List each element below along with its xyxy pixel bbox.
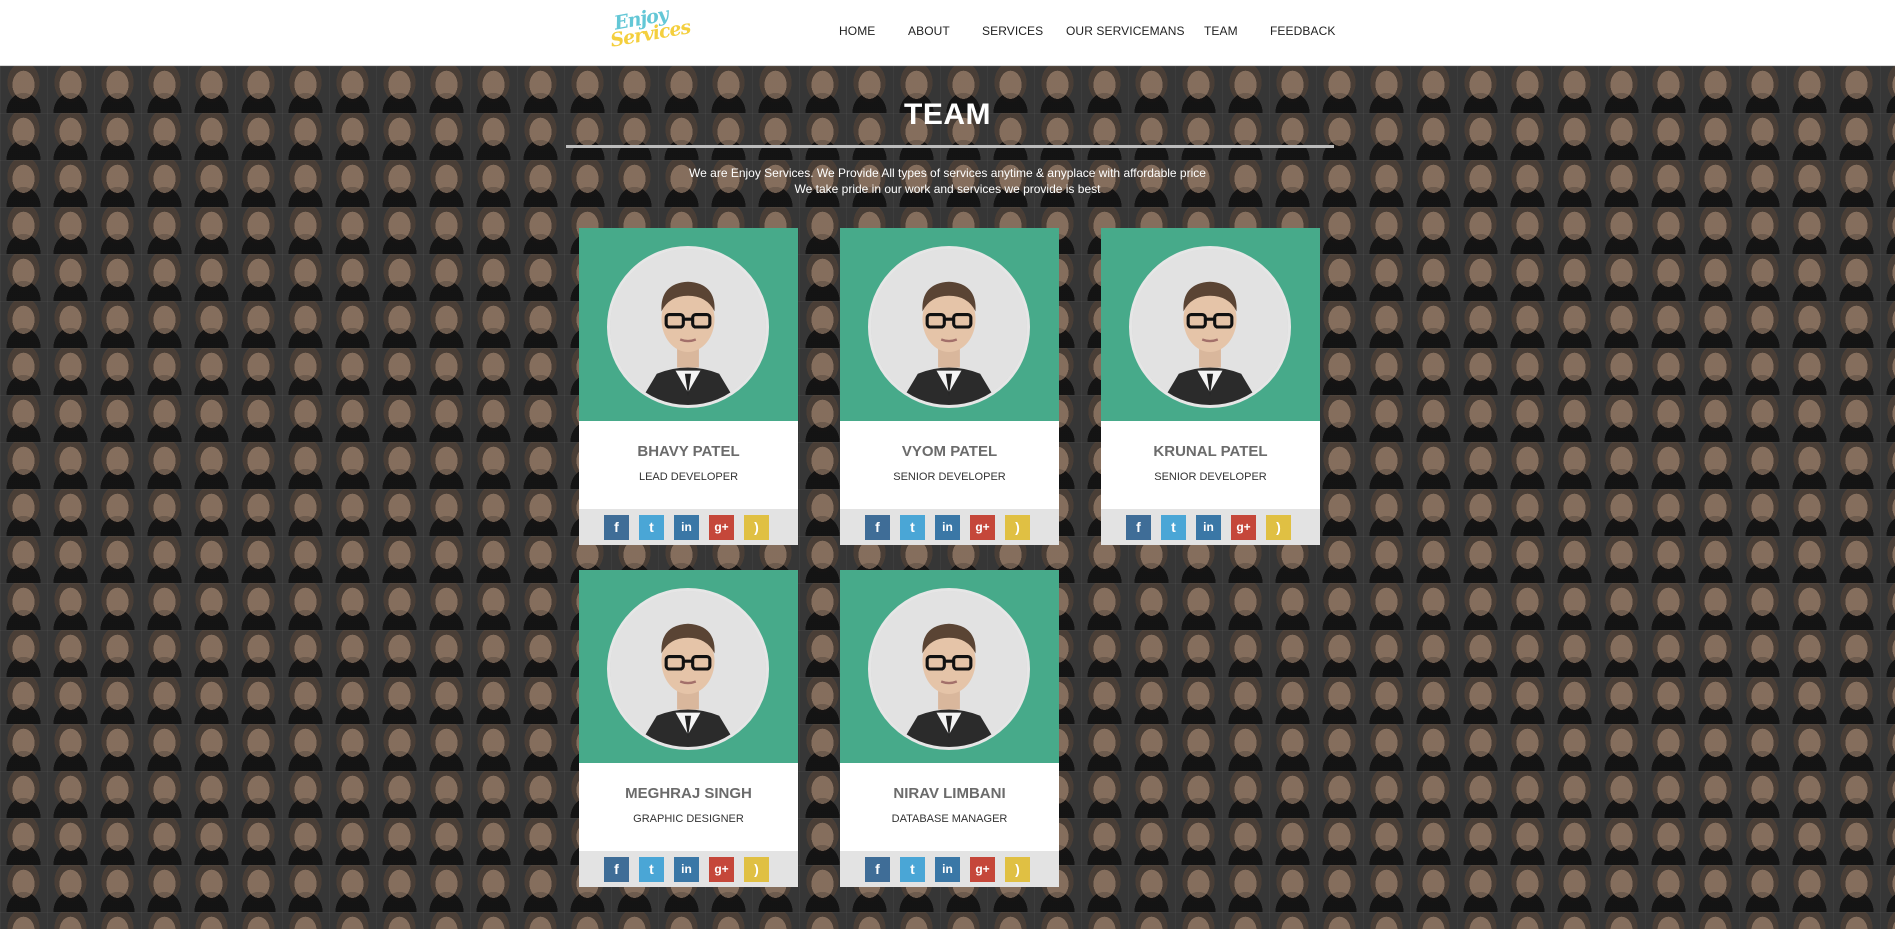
member-photo	[868, 588, 1030, 750]
member-photo	[1129, 246, 1291, 408]
person-portrait-icon	[871, 249, 1027, 405]
nav-feedback[interactable]: FEEDBACK	[1270, 24, 1335, 38]
social-bar: f t in g+ )	[579, 851, 798, 887]
member-photo	[607, 588, 769, 750]
member-role: GRAPHIC DESIGNER	[633, 813, 744, 825]
social-bar: f t in g+ )	[1101, 509, 1320, 545]
person-portrait-icon	[1132, 249, 1288, 405]
linkedin-icon[interactable]: in	[935, 857, 960, 882]
member-role: DATABASE MANAGER	[891, 813, 1008, 825]
facebook-icon[interactable]: f	[1126, 515, 1151, 540]
rss-icon[interactable]: )	[1005, 515, 1030, 540]
nav-about[interactable]: ABOUT	[908, 24, 950, 38]
linkedin-icon[interactable]: in	[674, 857, 699, 882]
team-card: MEGHRAJ SINGH GRAPHIC DESIGNER f t in g+…	[579, 570, 798, 887]
member-name: BHAVY PATEL	[637, 443, 740, 460]
team-card: VYOM PATEL SENIOR DEVELOPER f t in g+ )	[840, 228, 1059, 545]
card-header	[840, 228, 1059, 421]
member-role: LEAD DEVELOPER	[638, 471, 739, 483]
person-portrait-icon	[610, 249, 766, 405]
intro-line-2: We take pride in our work and services w…	[794, 182, 1101, 196]
title-divider	[566, 145, 1334, 148]
card-header	[579, 228, 798, 421]
card-header	[579, 570, 798, 763]
twitter-icon[interactable]: t	[639, 515, 664, 540]
linkedin-icon[interactable]: in	[935, 515, 960, 540]
rss-icon[interactable]: )	[744, 515, 769, 540]
facebook-icon[interactable]: f	[865, 857, 890, 882]
team-card: KRUNAL PATEL SENIOR DEVELOPER f t in g+ …	[1101, 228, 1320, 545]
member-role: SENIOR DEVELOPER	[893, 471, 1006, 483]
google-plus-icon[interactable]: g+	[709, 857, 734, 882]
person-portrait-icon	[871, 591, 1027, 747]
card-header	[1101, 228, 1320, 421]
facebook-icon[interactable]: f	[865, 515, 890, 540]
twitter-icon[interactable]: t	[639, 857, 664, 882]
nav-home[interactable]: HOME	[839, 24, 875, 38]
linkedin-icon[interactable]: in	[674, 515, 699, 540]
member-name: NIRAV LIMBANI	[893, 785, 1006, 802]
member-photo	[868, 246, 1030, 408]
google-plus-icon[interactable]: g+	[970, 515, 995, 540]
rss-icon[interactable]: )	[744, 857, 769, 882]
nav-services[interactable]: SERVICES	[982, 24, 1043, 38]
twitter-icon[interactable]: t	[1161, 515, 1186, 540]
google-plus-icon[interactable]: g+	[1231, 515, 1256, 540]
section-title: TEAM	[904, 98, 991, 131]
member-photo	[607, 246, 769, 408]
google-plus-icon[interactable]: g+	[709, 515, 734, 540]
person-portrait-icon	[610, 591, 766, 747]
member-name: MEGHRAJ SINGH	[625, 785, 752, 802]
main-nav: HOME ABOUT SERVICES OUR SERVICEMANS TEAM…	[0, 0, 1895, 66]
google-plus-icon[interactable]: g+	[970, 857, 995, 882]
linkedin-icon[interactable]: in	[1196, 515, 1221, 540]
nav-team[interactable]: TEAM	[1204, 24, 1238, 38]
site-header: Enjoy Services HOME ABOUT SERVICES OUR S…	[0, 0, 1895, 66]
member-role: SENIOR DEVELOPER	[1154, 471, 1267, 483]
nav-our-servicemans[interactable]: OUR SERVICEMANS	[1066, 24, 1185, 38]
intro-line-1: We are Enjoy Services. We Provide All ty…	[689, 166, 1206, 180]
rss-icon[interactable]: )	[1266, 515, 1291, 540]
card-header	[840, 570, 1059, 763]
twitter-icon[interactable]: t	[900, 857, 925, 882]
team-card: NIRAV LIMBANI DATABASE MANAGER f t in g+…	[840, 570, 1059, 887]
team-card: BHAVY PATEL LEAD DEVELOPER f t in g+ )	[579, 228, 798, 545]
facebook-icon[interactable]: f	[604, 857, 629, 882]
facebook-icon[interactable]: f	[604, 515, 629, 540]
rss-icon[interactable]: )	[1005, 857, 1030, 882]
member-name: KRUNAL PATEL	[1153, 443, 1268, 460]
twitter-icon[interactable]: t	[900, 515, 925, 540]
member-name: VYOM PATEL	[901, 443, 998, 460]
social-bar: f t in g+ )	[579, 509, 798, 545]
social-bar: f t in g+ )	[840, 509, 1059, 545]
social-bar: f t in g+ )	[840, 851, 1059, 887]
